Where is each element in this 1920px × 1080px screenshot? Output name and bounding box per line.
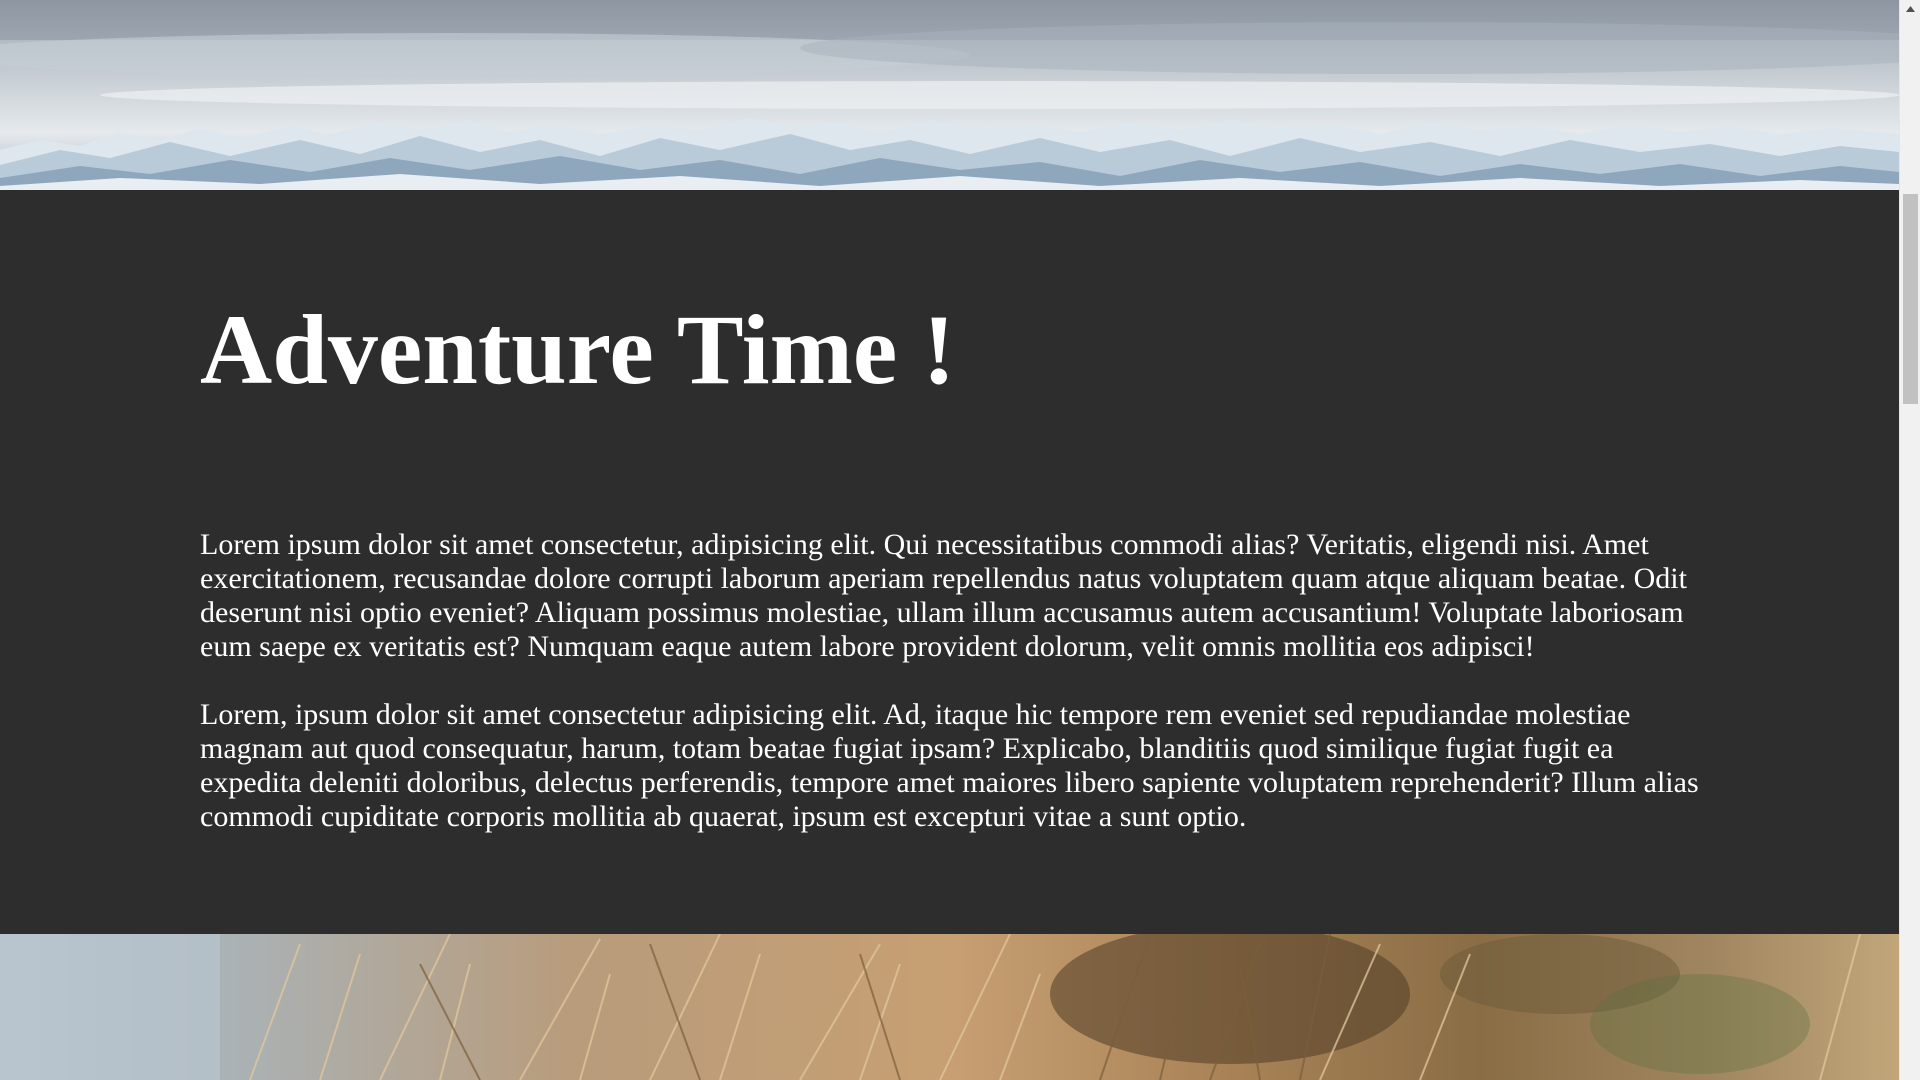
- mountains-illustration: [0, 0, 1899, 190]
- page-viewport: Adventure Time ! Lorem ipsum dolor sit a…: [0, 0, 1899, 1080]
- paragraph-1: Lorem ipsum dolor sit amet consectetur, …: [200, 528, 1687, 663]
- chevron-up-icon: [1906, 5, 1915, 12]
- scroll-up-button[interactable]: [1900, 0, 1920, 17]
- grass-illustration: [0, 934, 1861, 1080]
- vertical-scrollbar[interactable]: [1899, 0, 1920, 1080]
- snowy-mountains-image: [0, 0, 1899, 190]
- dry-grass-image: [0, 934, 1899, 1080]
- section-title: Adventure Time !: [200, 294, 956, 405]
- paragraph-2: Lorem, ipsum dolor sit amet consectetur …: [200, 698, 1699, 833]
- scrollbar-thumb[interactable]: [1903, 194, 1918, 404]
- about-section: Adventure Time ! Lorem ipsum dolor sit a…: [0, 190, 1899, 934]
